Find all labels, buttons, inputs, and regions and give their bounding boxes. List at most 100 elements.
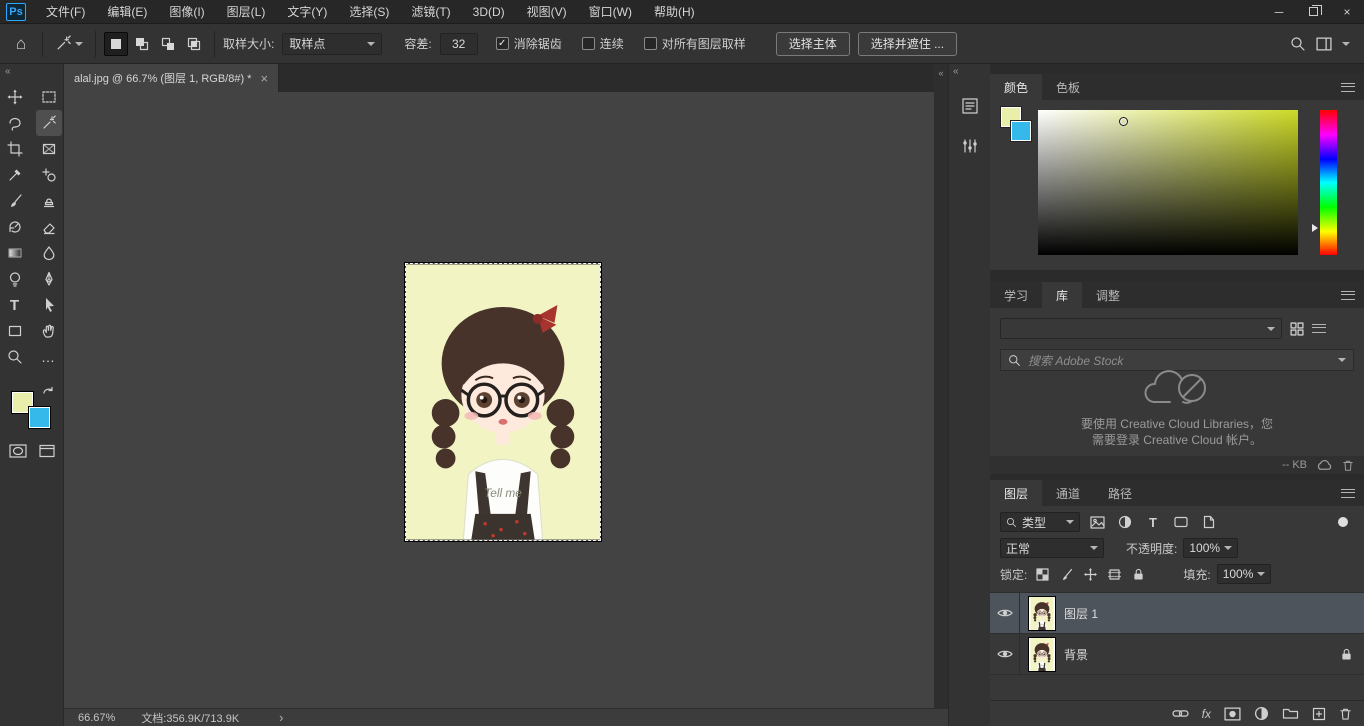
filter-smart-objects-button[interactable]: [1198, 512, 1220, 532]
type-tool[interactable]: T: [2, 292, 28, 318]
lock-artboard-button[interactable]: [1105, 564, 1123, 584]
zoom-level[interactable]: 66.67%: [78, 712, 115, 724]
menu-3d[interactable]: 3D(D): [462, 0, 516, 24]
swap-colors-icon[interactable]: [42, 386, 54, 396]
lock-transparency-button[interactable]: [1033, 564, 1051, 584]
sample-size-dropdown[interactable]: 取样点: [282, 33, 382, 55]
color-panel-menu-button[interactable]: [1341, 74, 1364, 100]
cloud-sync-icon[interactable]: [1316, 459, 1333, 471]
adjustment-layer-icon[interactable]: [1254, 706, 1269, 721]
tolerance-input[interactable]: [440, 33, 478, 55]
crop-tool[interactable]: [2, 136, 28, 162]
menu-help[interactable]: 帮助(H): [643, 0, 706, 24]
tab-learn[interactable]: 学习: [990, 282, 1042, 308]
history-brush-tool[interactable]: [2, 214, 28, 240]
zoom-tool[interactable]: [2, 344, 28, 370]
add-mask-icon[interactable]: [1224, 707, 1241, 721]
tab-layers[interactable]: 图层: [990, 480, 1042, 506]
collapse-dock-icon[interactable]: «: [938, 68, 943, 78]
tool-preset-button[interactable]: [51, 33, 87, 54]
lock-all-button[interactable]: [1129, 564, 1147, 584]
new-selection-button[interactable]: [104, 32, 128, 56]
workspace-icon[interactable]: [1316, 37, 1332, 51]
anti-alias-option[interactable]: ✓ 消除锯齿: [496, 35, 562, 52]
close-button[interactable]: ×: [1330, 0, 1364, 24]
document-image[interactable]: [405, 263, 601, 541]
blend-mode-dropdown[interactable]: 正常: [1000, 538, 1104, 558]
contiguous-checkbox[interactable]: [582, 37, 595, 50]
layer-thumbnail[interactable]: [1028, 596, 1056, 631]
menu-image[interactable]: 图像(I): [158, 0, 215, 24]
eraser-tool[interactable]: [36, 214, 62, 240]
link-layers-icon[interactable]: [1172, 709, 1189, 718]
frame-tool[interactable]: [36, 136, 62, 162]
layer-name[interactable]: 背景: [1064, 646, 1088, 663]
filter-type-layers-button[interactable]: T: [1142, 512, 1164, 532]
layer-filter-dropdown[interactable]: 类型: [1000, 512, 1080, 532]
menu-layer[interactable]: 图层(L): [216, 0, 277, 24]
sample-all-layers-checkbox[interactable]: [644, 37, 657, 50]
clone-stamp-tool[interactable]: [36, 188, 62, 214]
chevron-down-icon[interactable]: [1342, 42, 1350, 50]
path-selection-tool[interactable]: [36, 292, 62, 318]
tab-channels[interactable]: 通道: [1042, 480, 1094, 506]
hand-tool[interactable]: [36, 318, 62, 344]
tab-color[interactable]: 颜色: [990, 74, 1042, 100]
layer-name[interactable]: 图层 1: [1064, 605, 1098, 622]
collapsed-panel-history[interactable]: [957, 93, 983, 119]
dodge-tool[interactable]: [2, 266, 28, 292]
background-color-swatch[interactable]: [1011, 121, 1031, 141]
lock-paint-button[interactable]: [1057, 564, 1075, 584]
intersect-selection-button[interactable]: [182, 32, 206, 56]
saturation-brightness-field[interactable]: [1038, 110, 1298, 255]
layer-style-icon[interactable]: fx: [1202, 707, 1211, 721]
visibility-toggle[interactable]: [990, 593, 1020, 634]
select-subject-button[interactable]: 选择主体: [776, 32, 850, 56]
collapsed-panel-properties[interactable]: [957, 133, 983, 159]
sample-all-layers-option[interactable]: 对所有图层取样: [644, 35, 746, 52]
layers-panel-menu-button[interactable]: [1341, 480, 1364, 506]
marquee-tool[interactable]: [36, 84, 62, 110]
quick-mask-icon[interactable]: [9, 444, 27, 458]
move-tool[interactable]: [2, 84, 28, 110]
healing-brush-tool[interactable]: [36, 162, 62, 188]
trash-icon[interactable]: [1342, 459, 1354, 472]
layer-thumbnail[interactable]: [1028, 637, 1056, 672]
opacity-value-box[interactable]: 100%: [1183, 538, 1238, 558]
screen-mode-icon[interactable]: [39, 444, 55, 458]
menu-select[interactable]: 选择(S): [338, 0, 400, 24]
list-view-icon[interactable]: [1312, 324, 1326, 333]
hue-slider[interactable]: [1320, 110, 1337, 255]
search-icon[interactable]: [1290, 36, 1306, 52]
menu-file[interactable]: 文件(F): [35, 0, 96, 24]
delete-layer-icon[interactable]: [1339, 707, 1352, 721]
home-button[interactable]: ⌂: [8, 31, 34, 57]
library-select-dropdown[interactable]: [1000, 318, 1282, 339]
canvas-area[interactable]: [64, 92, 934, 708]
tab-swatches[interactable]: 色板: [1042, 74, 1094, 100]
lasso-tool[interactable]: [2, 110, 28, 136]
edit-toolbar-button[interactable]: …: [36, 344, 62, 370]
grid-view-icon[interactable]: [1290, 322, 1304, 336]
gradient-tool[interactable]: [2, 240, 28, 266]
fill-value-box[interactable]: 100%: [1217, 564, 1272, 584]
status-chevron-icon[interactable]: ›: [279, 710, 283, 725]
menu-view[interactable]: 视图(V): [516, 0, 578, 24]
new-layer-icon[interactable]: [1312, 707, 1326, 721]
anti-alias-checkbox[interactable]: ✓: [496, 37, 509, 50]
tab-paths[interactable]: 路径: [1094, 480, 1146, 506]
color-marker[interactable]: [1119, 117, 1128, 126]
filter-toggle-button[interactable]: [1332, 512, 1354, 532]
layer-row-background[interactable]: 背景: [990, 634, 1364, 675]
menu-filter[interactable]: 滤镜(T): [400, 0, 461, 24]
menu-edit[interactable]: 编辑(E): [96, 0, 158, 24]
minimize-button[interactable]: ─: [1262, 0, 1296, 24]
select-and-mask-button[interactable]: 选择并遮住 ...: [858, 32, 957, 56]
add-to-selection-button[interactable]: [130, 32, 154, 56]
collapse-toolbar-icon[interactable]: «: [0, 64, 63, 78]
hue-marker-icon[interactable]: [1312, 224, 1322, 232]
filter-shape-layers-button[interactable]: [1170, 512, 1192, 532]
tab-adjustments[interactable]: 调整: [1082, 282, 1134, 308]
menu-window[interactable]: 窗口(W): [578, 0, 643, 24]
layer-row-layer1[interactable]: 图层 1: [990, 593, 1364, 634]
